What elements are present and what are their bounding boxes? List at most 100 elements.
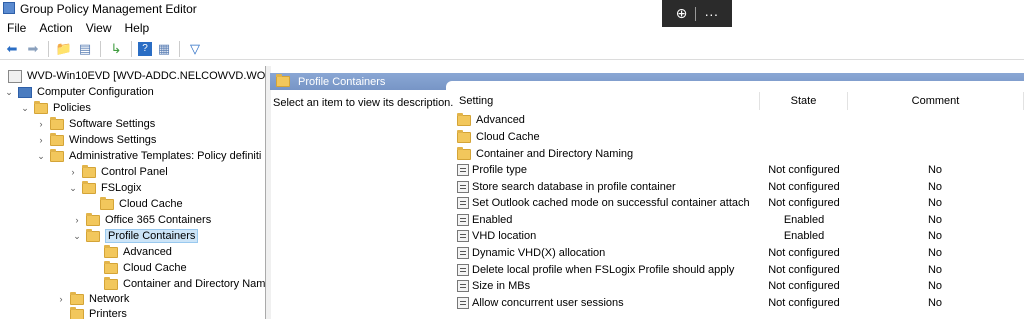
tree-item-label: Container and Directory Nami — [123, 278, 266, 290]
up-folder-icon[interactable]: 📁 — [55, 40, 73, 58]
chevron-down-icon[interactable]: ⌄ — [68, 183, 78, 194]
show-hide-tree-icon[interactable]: ▤ — [76, 40, 94, 58]
zoom-toolbar: ⊕ ··· — [662, 0, 732, 27]
column-header-state[interactable]: State — [760, 92, 848, 110]
menu-file[interactable]: File — [0, 19, 32, 37]
tree-item-printers[interactable]: Printers — [70, 306, 127, 319]
policy-setting-icon — [457, 264, 469, 277]
tree-item-label: Office 365 Containers — [105, 214, 212, 226]
table-row[interactable]: Enabled Enabled No — [457, 212, 1017, 229]
setting-state: Not configured — [768, 280, 840, 293]
filter-icon[interactable]: ▽ — [186, 40, 204, 58]
setting-comment: No — [927, 280, 943, 293]
app-icon — [3, 2, 15, 14]
tree-item-office-365-containers[interactable]: › Office 365 Containers — [72, 212, 211, 228]
chevron-right-icon[interactable]: › — [72, 215, 82, 225]
list-item-folder[interactable]: Cloud Cache — [457, 129, 1017, 146]
table-row[interactable]: Store search database in profile contain… — [457, 179, 1017, 196]
tree-item-label: Software Settings — [69, 118, 156, 130]
setting-name: Enabled — [472, 214, 513, 227]
policy-setting-icon — [457, 247, 469, 260]
tree-item-advanced[interactable]: Advanced — [104, 244, 172, 260]
toolbar-divider — [100, 40, 101, 57]
tree-item-container-directory-naming[interactable]: Container and Directory Nami — [104, 276, 266, 292]
tree-item-computer-configuration[interactable]: ⌄ Computer Configuration — [4, 84, 154, 100]
folder-icon — [276, 74, 290, 87]
menu-bar: File Action View Help — [0, 19, 155, 37]
gpo-icon — [8, 69, 22, 83]
tree-item-label: Profile Containers — [105, 229, 199, 243]
setting-comment: No — [927, 247, 943, 260]
folder-icon — [50, 148, 64, 162]
menu-view[interactable]: View — [79, 19, 118, 37]
column-header-setting[interactable]: Setting — [454, 92, 760, 110]
setting-name: Cloud Cache — [476, 131, 540, 144]
setting-state: Not configured — [768, 264, 840, 277]
policy-setting-icon — [457, 297, 469, 310]
chevron-right-icon[interactable]: › — [36, 135, 46, 145]
back-arrow-icon[interactable]: ⬅ — [3, 40, 21, 58]
tree-item-label: Policies — [53, 102, 91, 114]
folder-icon — [457, 146, 471, 160]
tree-item-control-panel[interactable]: › Control Panel — [68, 164, 168, 180]
folder-icon — [82, 164, 96, 178]
tree-item-policies[interactable]: ⌄ Policies — [20, 100, 91, 116]
folder-icon — [86, 212, 100, 226]
chevron-down-icon[interactable]: ⌄ — [20, 103, 30, 114]
tree-item-label: Printers — [89, 308, 127, 319]
menu-help[interactable]: Help — [118, 19, 156, 37]
tree-item-label: Administrative Templates: Policy definit… — [69, 150, 262, 162]
setting-state: Not configured — [768, 297, 840, 310]
tree-item-windows-settings[interactable]: › Windows Settings — [36, 132, 156, 148]
navigation-tree: WVD-Win10EVD [WVD-ADDC.NELCOWVD.WORK] P … — [0, 66, 266, 319]
table-row[interactable]: Set Outlook cached mode on successful co… — [457, 195, 1017, 212]
tree-item-cloud-cache[interactable]: Cloud Cache — [100, 196, 183, 212]
folder-icon — [50, 116, 64, 130]
chevron-down-icon[interactable]: ⌄ — [72, 231, 82, 242]
tree-item-label: Computer Configuration — [37, 86, 154, 98]
tree-item-cloud-cache-sub[interactable]: Cloud Cache — [104, 260, 187, 276]
tree-item-fslogix[interactable]: ⌄ FSLogix — [68, 180, 141, 196]
zoombar-divider — [695, 6, 697, 21]
more-options-button[interactable]: ··· — [704, 6, 718, 22]
chevron-down-icon[interactable]: ⌄ — [36, 151, 46, 162]
policy-setting-icon — [457, 214, 469, 227]
menu-action[interactable]: Action — [32, 19, 78, 37]
policy-setting-icon — [457, 164, 469, 177]
help-icon[interactable]: ? — [138, 41, 152, 56]
computer-icon — [18, 86, 32, 98]
table-row[interactable]: Delete local profile when FSLogix Profil… — [457, 262, 1017, 279]
zoom-in-icon[interactable]: ⊕ — [676, 5, 688, 22]
tree-item-label: Cloud Cache — [119, 198, 183, 210]
tree-item-profile-containers[interactable]: ⌄ Profile Containers — [72, 228, 199, 244]
list-item-folder[interactable]: Advanced — [457, 112, 1017, 129]
forward-arrow-icon[interactable]: ➡ — [24, 40, 42, 58]
setting-name: Profile type — [472, 164, 528, 177]
table-row[interactable]: Size in MBs Not configured No — [457, 278, 1017, 295]
column-header-comment[interactable]: Comment — [848, 92, 1024, 110]
tree-item-gpo-root[interactable]: WVD-Win10EVD [WVD-ADDC.NELCOWVD.WORK] P — [8, 68, 265, 84]
setting-state: Not configured — [768, 247, 840, 260]
folder-icon — [70, 306, 84, 319]
policy-setting-icon — [457, 181, 469, 194]
table-row[interactable]: Allow concurrent user sessions Not confi… — [457, 295, 1017, 312]
tree-item-network[interactable]: › Network — [56, 291, 129, 307]
chevron-right-icon[interactable]: › — [56, 294, 66, 304]
folder-icon — [104, 260, 118, 274]
export-list-icon[interactable]: ↳ — [107, 40, 125, 58]
chevron-right-icon[interactable]: › — [36, 119, 46, 129]
properties-icon[interactable]: ▦ — [155, 40, 173, 58]
tree-item-software-settings[interactable]: › Software Settings — [36, 116, 155, 132]
setting-state: Enabled — [783, 230, 825, 243]
table-row[interactable]: Dynamic VHD(X) allocation Not configured… — [457, 245, 1017, 262]
chevron-down-icon[interactable]: ⌄ — [4, 87, 14, 98]
tree-item-label: Cloud Cache — [123, 262, 187, 274]
table-row[interactable]: VHD location Enabled No — [457, 228, 1017, 245]
list-item-folder[interactable]: Container and Directory Naming — [457, 146, 1017, 163]
chevron-right-icon[interactable]: › — [68, 167, 78, 177]
table-row[interactable]: Profile type Not configured No — [457, 162, 1017, 179]
setting-state: Not configured — [768, 181, 840, 194]
policy-setting-icon — [457, 230, 469, 243]
tree-item-administrative-templates[interactable]: ⌄ Administrative Templates: Policy defin… — [36, 148, 261, 164]
tree-item-label: Advanced — [123, 246, 172, 258]
